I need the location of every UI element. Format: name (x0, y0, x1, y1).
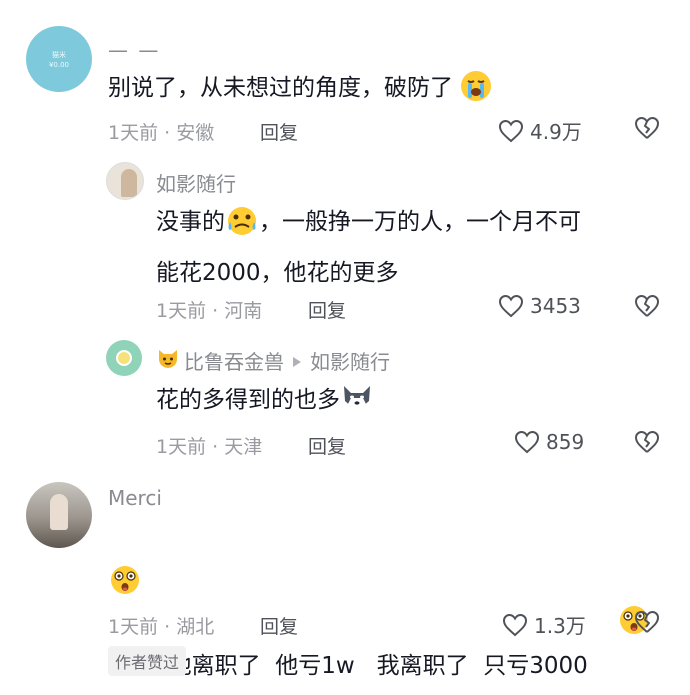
heart-outline-icon (498, 119, 524, 142)
reply-button[interactable]: 回复 (260, 612, 298, 639)
heart-outline-icon (514, 430, 540, 454)
avatar[interactable] (106, 340, 142, 376)
dislike-button[interactable] (634, 610, 660, 638)
comment-username[interactable]: 比鲁吞金兽 如影随行 (156, 346, 390, 375)
like-count: 1.3万 (534, 614, 586, 638)
play-triangle-icon (292, 349, 302, 373)
broken-heart-icon (635, 611, 659, 633)
crying-emoji (460, 70, 492, 117)
comment-text: 别说了，从未想过的角度，破防了 (108, 66, 492, 117)
reply-button[interactable]: 回复 (308, 296, 346, 323)
reply-button[interactable]: 回复 (308, 432, 346, 459)
avatar-image (121, 169, 137, 197)
comment-time-location: 1天前 · 天津 (156, 436, 263, 458)
heart-outline-icon (502, 613, 528, 636)
avatar[interactable] (106, 162, 144, 200)
comment-text-content: ，一般挣一万的人，一个月不可 (259, 209, 581, 235)
broken-heart-icon (635, 431, 659, 453)
avatar-text: 猫米 (52, 51, 66, 59)
wolf-emoji (340, 382, 374, 429)
comment-text-content: 没事的 (156, 209, 225, 235)
comment-text-content: 花的多得到的也多 (156, 387, 340, 413)
cat-emoji (156, 347, 180, 374)
comment-text: 花的多得到的也多 (156, 378, 374, 429)
like-count: 3453 (530, 294, 581, 318)
dislike-button[interactable] (634, 294, 660, 322)
dislike-button[interactable] (634, 430, 660, 458)
like-button[interactable]: 4.9万 (498, 116, 582, 145)
avatar[interactable] (26, 482, 92, 548)
heart-outline-icon (498, 294, 524, 318)
comment-time-location: 1天前 · 安徽 (108, 122, 215, 144)
comment-text-content: 但是他离职了 他亏1w 我离职了 只亏3000 (122, 653, 588, 679)
like-button[interactable]: 3453 (498, 294, 581, 318)
comment-username[interactable]: Merci (108, 486, 162, 510)
reply-to-username[interactable]: 如影随行 (310, 346, 390, 375)
avatar-text: ¥0.00 (48, 61, 70, 69)
comment-username-text: 比鲁吞金兽 (184, 350, 284, 374)
avatar-image (50, 494, 68, 530)
like-count: 859 (546, 430, 585, 454)
broken-heart-icon (635, 117, 659, 139)
avatar[interactable]: 猫米 ¥0.00 (26, 26, 92, 92)
comment-text: 没事的 ，一般挣一万的人，一个月不可 能花2000，他花的更多 (156, 200, 581, 295)
shocked-emoji (108, 564, 142, 600)
avatar-image (116, 350, 132, 366)
comment-username[interactable]: 如影随行 (156, 168, 236, 197)
dislike-button[interactable] (634, 116, 660, 144)
like-count: 4.9万 (530, 120, 582, 144)
like-button[interactable]: 1.3万 (502, 610, 586, 639)
comment-text-content: 能花2000，他花的更多 (156, 260, 399, 286)
sad-sweat-emoji (225, 204, 259, 251)
author-liked-badge: 作者赞过 (108, 646, 187, 676)
comment-time-location: 1天前 · 河南 (156, 300, 263, 322)
comment-text: 但是他离职了 他亏1w 我离职了 只亏3000 (108, 516, 668, 695)
reply-button[interactable]: 回复 (260, 118, 298, 145)
broken-heart-icon (635, 295, 659, 317)
comment-username[interactable]: — — (108, 38, 160, 62)
comment-text-content: 别说了，从未想过的角度，破防了 (108, 75, 453, 101)
comment-time-location: 1天前 · 湖北 (108, 616, 215, 638)
like-button[interactable]: 859 (514, 430, 584, 454)
